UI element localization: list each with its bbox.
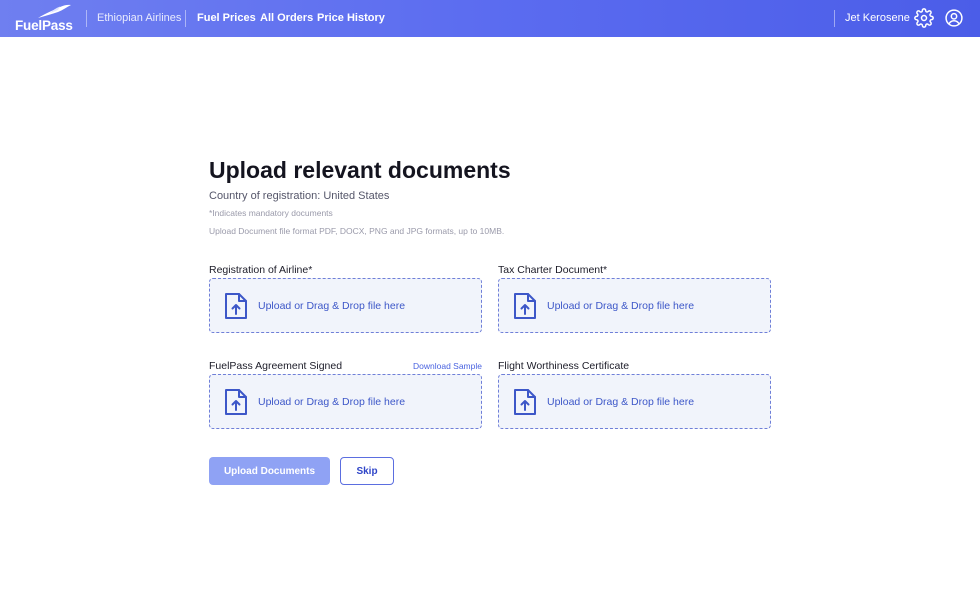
divider: [834, 10, 835, 27]
field-label-agreement: FuelPass Agreement Signed: [209, 360, 343, 372]
field-label-registration: Registration of Airline*: [209, 264, 313, 276]
dropzone-registration[interactable]: Upload or Drag & Drop file here: [209, 278, 482, 333]
dropzone-flight-worthiness[interactable]: Upload or Drag & Drop file here: [498, 374, 771, 429]
format-note: Upload Document file format PDF, DOCX, P…: [209, 226, 505, 236]
logo-text: FuelPass: [15, 18, 73, 33]
fuelpass-logo[interactable]: FuelPass: [14, 4, 76, 34]
mandatory-note: *Indicates mandatory documents: [209, 208, 333, 218]
field-label-flight-worthiness: Flight Worthiness Certificate: [498, 360, 630, 372]
divider: [185, 10, 186, 27]
airline-name: Ethiopian Airlines: [97, 12, 182, 24]
dropzone-agreement[interactable]: Upload or Drag & Drop file here: [209, 374, 482, 429]
upload-documents-button[interactable]: Upload Documents: [209, 457, 330, 485]
download-sample-link[interactable]: Download Sample: [413, 361, 482, 371]
page-title: Upload relevant documents: [209, 157, 511, 183]
file-upload-icon: [514, 389, 536, 415]
nav-fuel-prices[interactable]: Fuel Prices: [197, 12, 256, 24]
nav-all-orders[interactable]: All Orders: [260, 12, 313, 24]
dropzone-text: Upload or Drag & Drop file here: [258, 396, 406, 408]
user-account-icon[interactable]: [944, 8, 964, 28]
dropzone-text: Upload or Drag & Drop file here: [258, 300, 406, 312]
dropzone-tax-charter[interactable]: Upload or Drag & Drop file here: [498, 278, 771, 333]
dropzone-text: Upload or Drag & Drop file here: [547, 396, 695, 408]
file-upload-icon: [225, 389, 247, 415]
country-of-registration: Country of registration: United States: [209, 190, 390, 202]
file-upload-icon: [225, 293, 247, 319]
dropzone-text: Upload or Drag & Drop file here: [547, 300, 695, 312]
skip-button[interactable]: Skip: [340, 457, 394, 485]
nav-price-history[interactable]: Price History: [317, 12, 385, 24]
divider: [86, 10, 87, 27]
field-label-tax-charter: Tax Charter Document*: [498, 264, 608, 276]
user-name[interactable]: Jet Kerosene: [845, 12, 910, 24]
settings-gear-icon[interactable]: [914, 8, 934, 28]
file-upload-icon: [514, 293, 536, 319]
top-navigation-bar: FuelPass Ethiopian Airlines Fuel Prices …: [0, 0, 980, 37]
